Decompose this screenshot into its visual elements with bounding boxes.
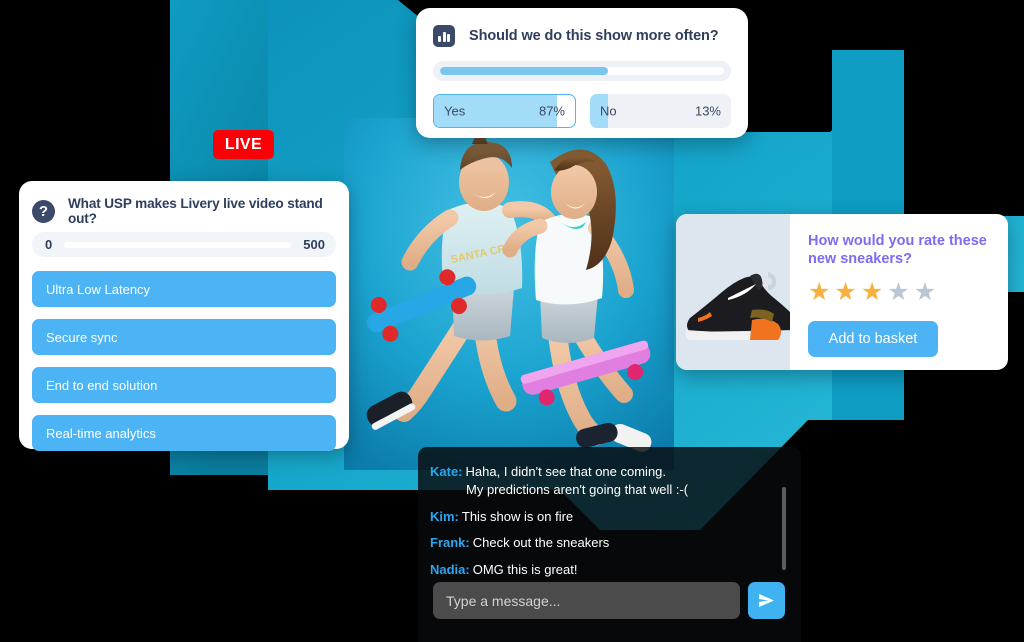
chat-scrollbar[interactable] xyxy=(782,487,786,570)
poll-options: Yes 87% No 13% xyxy=(433,94,731,128)
chat-text: Haha, I didn't see that one coming. xyxy=(465,464,667,479)
bar-chart-icon xyxy=(433,25,455,47)
poll-progress-fill xyxy=(440,67,608,75)
chat-author: Kate: xyxy=(430,464,463,479)
usp-answer-end-to-end-solution[interactable]: End to end solution xyxy=(32,367,336,403)
poll-question: Should we do this show more often? xyxy=(469,28,719,44)
poll-option-no[interactable]: No 13% xyxy=(590,94,731,128)
chat-message: Kim: This show is on fire xyxy=(430,508,770,526)
poll-progress-bar xyxy=(433,61,731,81)
chat-author: Kim: xyxy=(430,508,459,524)
chat-message-list: Kate: Haha, I didn't see that one coming.… xyxy=(430,463,770,587)
poll-header: Should we do this show more often? xyxy=(416,8,748,47)
live-video-overlay-stage: SANTA CRUZ Should we do this show more o… xyxy=(0,0,1024,642)
poll-progress-inner xyxy=(440,67,724,75)
live-badge: LIVE xyxy=(213,130,274,159)
send-paper-plane-icon xyxy=(759,594,774,607)
star-4-icon[interactable]: ★ xyxy=(887,280,909,305)
star-1-icon[interactable]: ★ xyxy=(808,280,830,305)
usp-slider-min-label: 0 xyxy=(45,237,53,252)
usp-poll-card: ? What USP makes Livery live video stand… xyxy=(19,181,349,451)
sneaker-illustration xyxy=(685,272,796,340)
usp-answer-label: Real-time analytics xyxy=(46,425,156,441)
poll-option-no-label: No xyxy=(600,103,617,119)
poll-option-yes-percent: 87% xyxy=(538,103,565,119)
chat-author: Frank: xyxy=(430,535,470,551)
chat-message: Nadia: OMG this is great! xyxy=(430,561,770,579)
chat-text: Check out the sneakers xyxy=(472,535,610,551)
usp-slider[interactable]: 0 500 xyxy=(32,232,336,257)
chat-author: Nadia: xyxy=(430,561,470,577)
usp-answer-real-time-analytics[interactable]: Real-time analytics xyxy=(32,415,336,451)
poll-option-yes[interactable]: Yes 87% xyxy=(433,94,576,128)
star-5-icon[interactable]: ★ xyxy=(914,280,936,305)
poll-option-yes-label: Yes xyxy=(444,103,466,119)
usp-answer-secure-sync[interactable]: Secure sync xyxy=(32,319,336,355)
star-3-icon[interactable]: ★ xyxy=(861,280,883,305)
sneaker-card-body: How would you rate these new sneakers? ★… xyxy=(790,214,1008,370)
usp-question: What USP makes Livery live video stand o… xyxy=(68,196,323,226)
usp-slider-max-label: 500 xyxy=(303,237,325,252)
send-message-button[interactable] xyxy=(748,582,785,619)
sneaker-question: How would you rate these new sneakers? xyxy=(808,233,987,268)
usp-slider-track[interactable] xyxy=(64,241,292,248)
poll-card: Should we do this show more often? Yes 8… xyxy=(416,8,748,138)
usp-answer-label: End to end solution xyxy=(46,377,158,393)
sneaker-product-image[interactable] xyxy=(676,214,796,370)
usp-answer-ultra-low-latency[interactable]: Ultra Low Latency xyxy=(32,271,336,307)
add-to-basket-button[interactable]: Add to basket xyxy=(808,321,938,357)
sneaker-rating-card: How would you rate these new sneakers? ★… xyxy=(676,214,1008,370)
chat-message: Kate: Haha, I didn't see that one coming.… xyxy=(430,463,770,500)
chat-message: Frank: Check out the sneakers xyxy=(430,534,770,552)
hero-photo: SANTA CRUZ xyxy=(344,118,674,470)
question-mark-icon: ? xyxy=(32,199,55,223)
chat-message-input[interactable] xyxy=(433,582,740,619)
usp-answer-label: Ultra Low Latency xyxy=(46,281,151,297)
usp-header: ? What USP makes Livery live video stand… xyxy=(19,181,349,226)
chat-text-continuation: My predictions aren't going that well :-… xyxy=(466,482,689,498)
star-2-icon[interactable]: ★ xyxy=(834,280,856,305)
sneaker-star-rating[interactable]: ★ ★ ★ ★ ★ xyxy=(808,280,1008,305)
chat-text: This show is on fire xyxy=(461,508,574,524)
usp-answer-label: Secure sync xyxy=(46,329,118,345)
chat-panel: Kate: Haha, I didn't see that one coming.… xyxy=(418,447,801,642)
poll-option-no-percent: 13% xyxy=(694,103,721,119)
chat-text: OMG this is great! xyxy=(472,561,578,577)
